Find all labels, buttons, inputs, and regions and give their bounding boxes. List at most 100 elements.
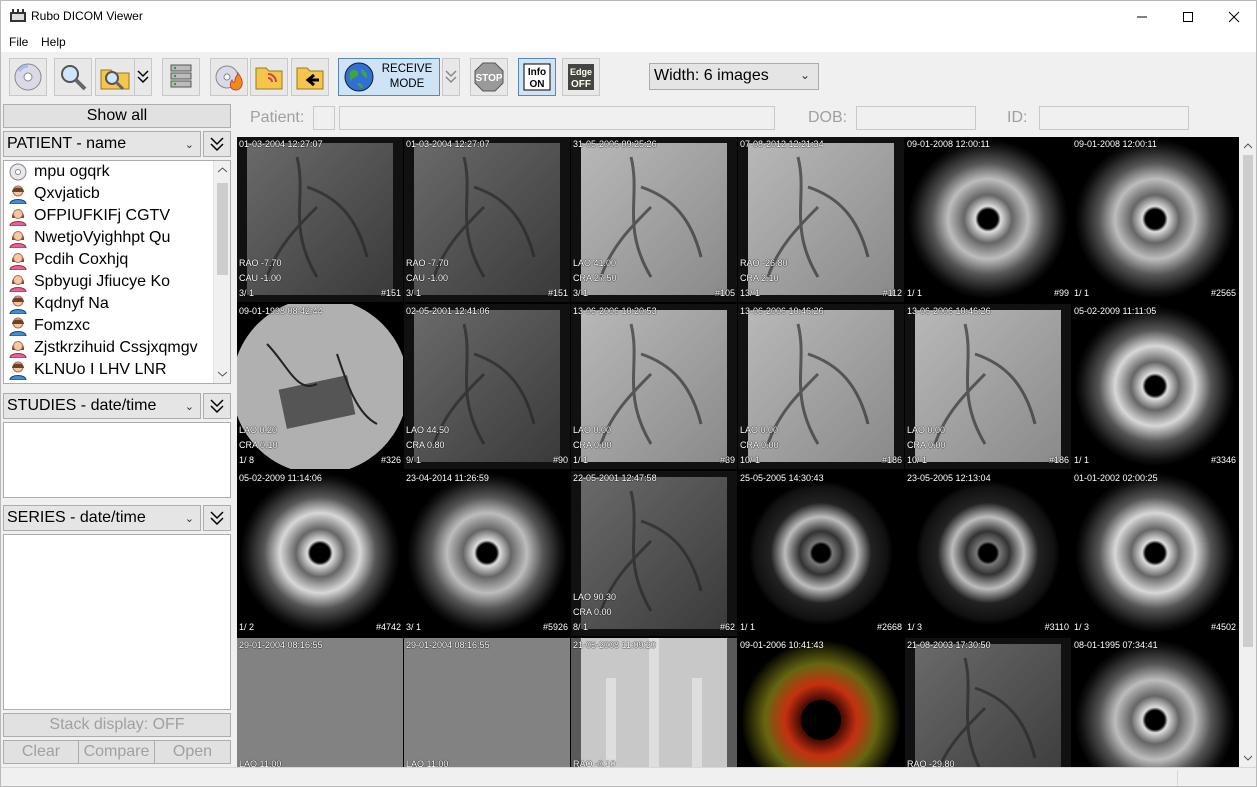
width-select[interactable]: Width: 6 images ⌄ [649, 63, 819, 90]
patient-expand-button[interactable] [203, 131, 231, 157]
stop-button[interactable]: STOP [470, 58, 508, 96]
patient-list-item[interactable]: Pcdih Coxhjq [4, 249, 230, 271]
patient-sort-select[interactable]: PATIENT - name ⌄ [3, 131, 201, 157]
tile-image-id: #151 [547, 288, 568, 298]
tile-frame-count: 3/ 1 [573, 288, 589, 298]
menu-help[interactable]: Help [41, 35, 66, 49]
thumbnail-tile[interactable]: 07-08-2012 12:21:34 RAO -26.80 CRA 2.10 13/… [738, 137, 904, 302]
dicom-image [1072, 471, 1238, 636]
network-button[interactable] [162, 58, 200, 96]
thumbnail-tile[interactable]: 13-06-2006 10:20:53 LAO 0.00 CRA 0.00 1/ 1 #… [571, 304, 737, 469]
show-all-button[interactable]: Show all [3, 104, 231, 128]
grid-scrollbar[interactable] [1239, 137, 1257, 767]
patient-list-item[interactable]: Fomzxc [4, 315, 230, 337]
edge-toggle-button[interactable]: Edge OFF [562, 58, 600, 96]
thumbnail-tile[interactable]: 23-04-2014 11:26:59 3/ 1 #5926 [404, 471, 570, 636]
thumbnail-tile[interactable]: 25-05-2005 14:30:43 1/ 1 #2668 [738, 471, 904, 636]
thumbnail-tile[interactable]: 01-01-2002 02:00:25 1/ 3 #4502 [1072, 471, 1238, 636]
burn-cd-button[interactable] [210, 58, 248, 96]
tile-datetime: 31-05-2006 09:25:26 [573, 139, 657, 149]
series-expand-button[interactable] [203, 505, 231, 531]
thumbnail-grid[interactable]: 01-03-2004 12:27:07 RAO -7.70 CAU -1.00 3/ … [237, 137, 1239, 767]
export-button[interactable] [250, 58, 288, 96]
dob-field [856, 106, 976, 130]
thumbnail-tile[interactable]: 09-01-2006 10:41:43 [738, 638, 904, 767]
thumbnail-tile[interactable]: 29-01-2004 08:16:55 LAO 11.00 [404, 638, 570, 767]
thumbnail-tile[interactable]: 13-06-2006 10:46:26 LAO 0.00 CRA 0.00 10/ 1… [738, 304, 904, 469]
receive-label-2: MODE [389, 78, 425, 90]
male-patient-icon [9, 317, 27, 336]
thumbnail-tile[interactable]: 31-05-2006 09:25:26 LAO 41.00 CRA 27.50 3/ … [571, 137, 737, 302]
thumbnail-tile[interactable]: 29-01-2004 08:16:55 LAO 11.00 [237, 638, 403, 767]
series-sort-select[interactable]: SERIES - date/time ⌄ [3, 505, 201, 531]
thumbnail-tile[interactable]: 02-05-2001 12:41:06 LAO 44.50 CRA 0.80 9/ 1… [404, 304, 570, 469]
tile-frame-count: 3/ 1 [406, 622, 422, 632]
receive-dropdown-button[interactable] [442, 58, 460, 96]
patient-list-item[interactable]: Kqdnyf Na [4, 293, 230, 315]
patient-list-item[interactable]: Zjstkrzihuid Cssjxqmgv [4, 337, 230, 359]
clear-button[interactable]: Clear [3, 740, 79, 764]
scroll-up-icon[interactable] [214, 163, 231, 177]
tile-datetime: 23-04-2014 11:26:59 [406, 473, 489, 483]
thumbnail-tile[interactable]: 09-01-2008 12:00:11 1/ 1 #99 [905, 137, 1071, 302]
tile-angle-primary: RAO -26.80 [740, 258, 788, 268]
info-toggle-button[interactable]: Info ON [518, 58, 556, 96]
dicom-image [1072, 304, 1238, 469]
thumbnail-tile[interactable]: 22-05-2001 12:47:58 LAO 90.30 CRA 0.00 8/ 1… [571, 471, 737, 636]
thumbnail-tile[interactable]: 21-08-2003 17:30:50 RAO -29.80 [905, 638, 1071, 767]
close-button[interactable] [1211, 1, 1256, 32]
tile-datetime: 07-08-2012 12:21:34 [740, 139, 824, 149]
tile-angle-secondary: CRA 0.00 [573, 440, 612, 450]
grid-scroll-thumb[interactable] [1243, 155, 1253, 647]
thumbnail-tile[interactable]: 09-01-2008 12:00:11 1/ 1 #2565 [1072, 137, 1238, 302]
patient-list-item[interactable]: mpu ogqrk [4, 161, 230, 183]
thumbnail-tile[interactable]: 23-05-2005 12:13:04 1/ 3 #3110 [905, 471, 1071, 636]
search-button[interactable] [54, 58, 92, 96]
thumbnail-tile[interactable]: 09-01-1998 08:42:44 LAO 0.20 CRA 0.10 1/ 8 #… [237, 304, 403, 469]
menu-file[interactable]: File [9, 35, 28, 49]
dicom-image [905, 638, 1071, 767]
status-bar [1, 767, 1256, 786]
open-cd-button[interactable] [9, 58, 47, 96]
patient-list-item[interactable]: KLNUo I LHV LNR [4, 359, 230, 381]
scroll-down-icon[interactable] [214, 367, 231, 381]
tile-angle-primary: LAO 90.30 [573, 592, 617, 602]
tile-angle-secondary: CRA 0.00 [907, 440, 946, 450]
tile-image-id: #4742 [375, 622, 401, 632]
studies-list[interactable] [3, 422, 231, 498]
patient-list[interactable]: mpu ogqrk Qxvjaticb OFPIUFKIFj CGTV NwetjoV… [3, 160, 231, 384]
patient-list-scroll-thumb[interactable] [217, 183, 228, 275]
studies-expand-button[interactable] [203, 393, 231, 419]
stack-display-button[interactable]: Stack display: OFF [3, 713, 231, 737]
thumbnail-tile[interactable]: 01-03-2004 12:27:07 RAO -7.70 CAU -1.00 3/ … [404, 137, 570, 302]
thumbnail-tile[interactable]: 01-03-2004 12:27:07 RAO -7.70 CAU -1.00 3/ … [237, 137, 403, 302]
burn-disc-icon [215, 65, 243, 91]
patient-list-scrollbar[interactable] [213, 161, 230, 383]
scroll-up-icon[interactable] [1239, 139, 1257, 153]
tile-image-id: #3346 [1210, 455, 1236, 465]
patient-name: Fomzxc [34, 317, 90, 334]
studies-sort-select[interactable]: STUDIES - date/time ⌄ [3, 393, 201, 419]
double-chevron-down-icon [445, 70, 457, 84]
patient-list-item[interactable]: NwetjoVyighhpt Qu [4, 227, 230, 249]
tile-datetime: 05-02-2009 11:14:06 [239, 473, 322, 483]
minimize-button[interactable] [1119, 1, 1165, 32]
open-folder-button[interactable] [95, 58, 135, 96]
receive-mode-button[interactable]: RECEIVE MODE [338, 58, 440, 96]
import-button[interactable] [291, 58, 329, 96]
tile-datetime: 22-05-2001 12:47:58 [573, 473, 657, 483]
thumbnail-tile[interactable]: 13-06-2006 10:46:26 LAO 0.00 CRA 0.00 10/ 1… [905, 304, 1071, 469]
maximize-button[interactable] [1165, 1, 1211, 32]
open-button[interactable]: Open [154, 740, 231, 764]
patient-list-item[interactable]: Qxvjaticb [4, 183, 230, 205]
folder-dropdown-button[interactable] [134, 58, 152, 96]
patient-list-item[interactable]: OFPIUFKIFj CGTV [4, 205, 230, 227]
thumbnail-tile[interactable]: 08-01-1995 07:34:41 [1072, 638, 1238, 767]
thumbnail-tile[interactable]: 05-02-2009 11:11:05 1/ 1 #3346 [1072, 304, 1238, 469]
thumbnail-tile[interactable]: 05-02-2009 11:14:06 1/ 2 #4742 [237, 471, 403, 636]
thumbnail-tile[interactable]: 21-05-2008 11:09:20 RAO -0.10 [571, 638, 737, 767]
compare-button[interactable]: Compare [78, 740, 155, 764]
scroll-down-icon[interactable] [1239, 751, 1257, 765]
patient-list-item[interactable]: Spbyugi Jfiucye Ko [4, 271, 230, 293]
series-list[interactable] [3, 534, 231, 710]
